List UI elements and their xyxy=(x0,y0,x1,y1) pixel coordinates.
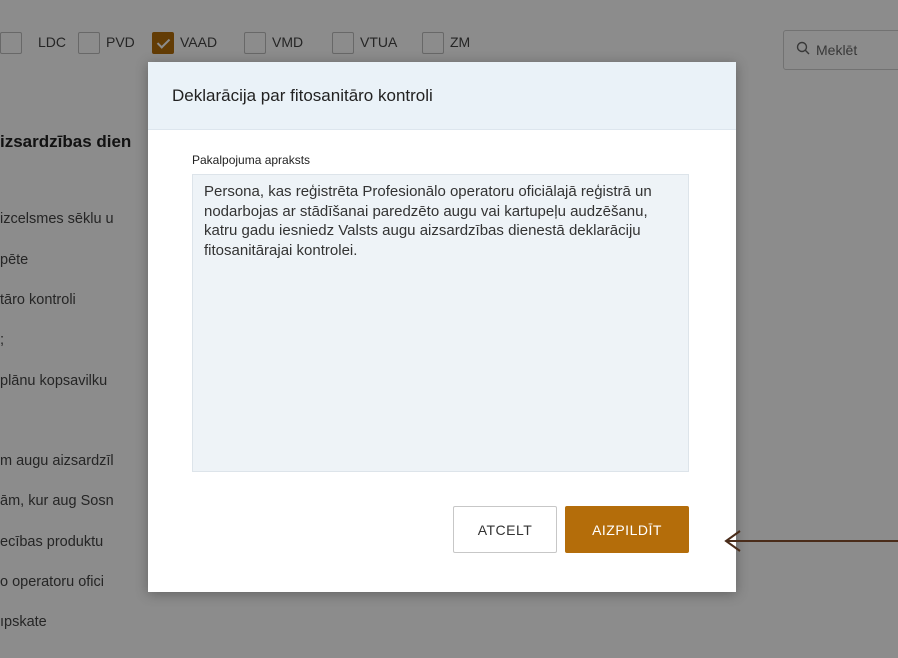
dialog-title: Deklarācija par fitosanitāro kontroli xyxy=(172,86,433,105)
description-textarea[interactable]: Persona, kas reģistrēta Profesionālo ope… xyxy=(192,174,689,472)
arrow-annotation-icon xyxy=(724,530,898,552)
cancel-button[interactable]: ATCELT xyxy=(453,506,557,553)
description-label: Pakalpojuma apraksts xyxy=(192,153,311,167)
service-dialog: Deklarācija par fitosanitāro kontroli Pa… xyxy=(148,62,736,592)
dialog-header: Deklarācija par fitosanitāro kontroli xyxy=(148,62,736,130)
fill-button[interactable]: AIZPILDĪT xyxy=(565,506,689,553)
